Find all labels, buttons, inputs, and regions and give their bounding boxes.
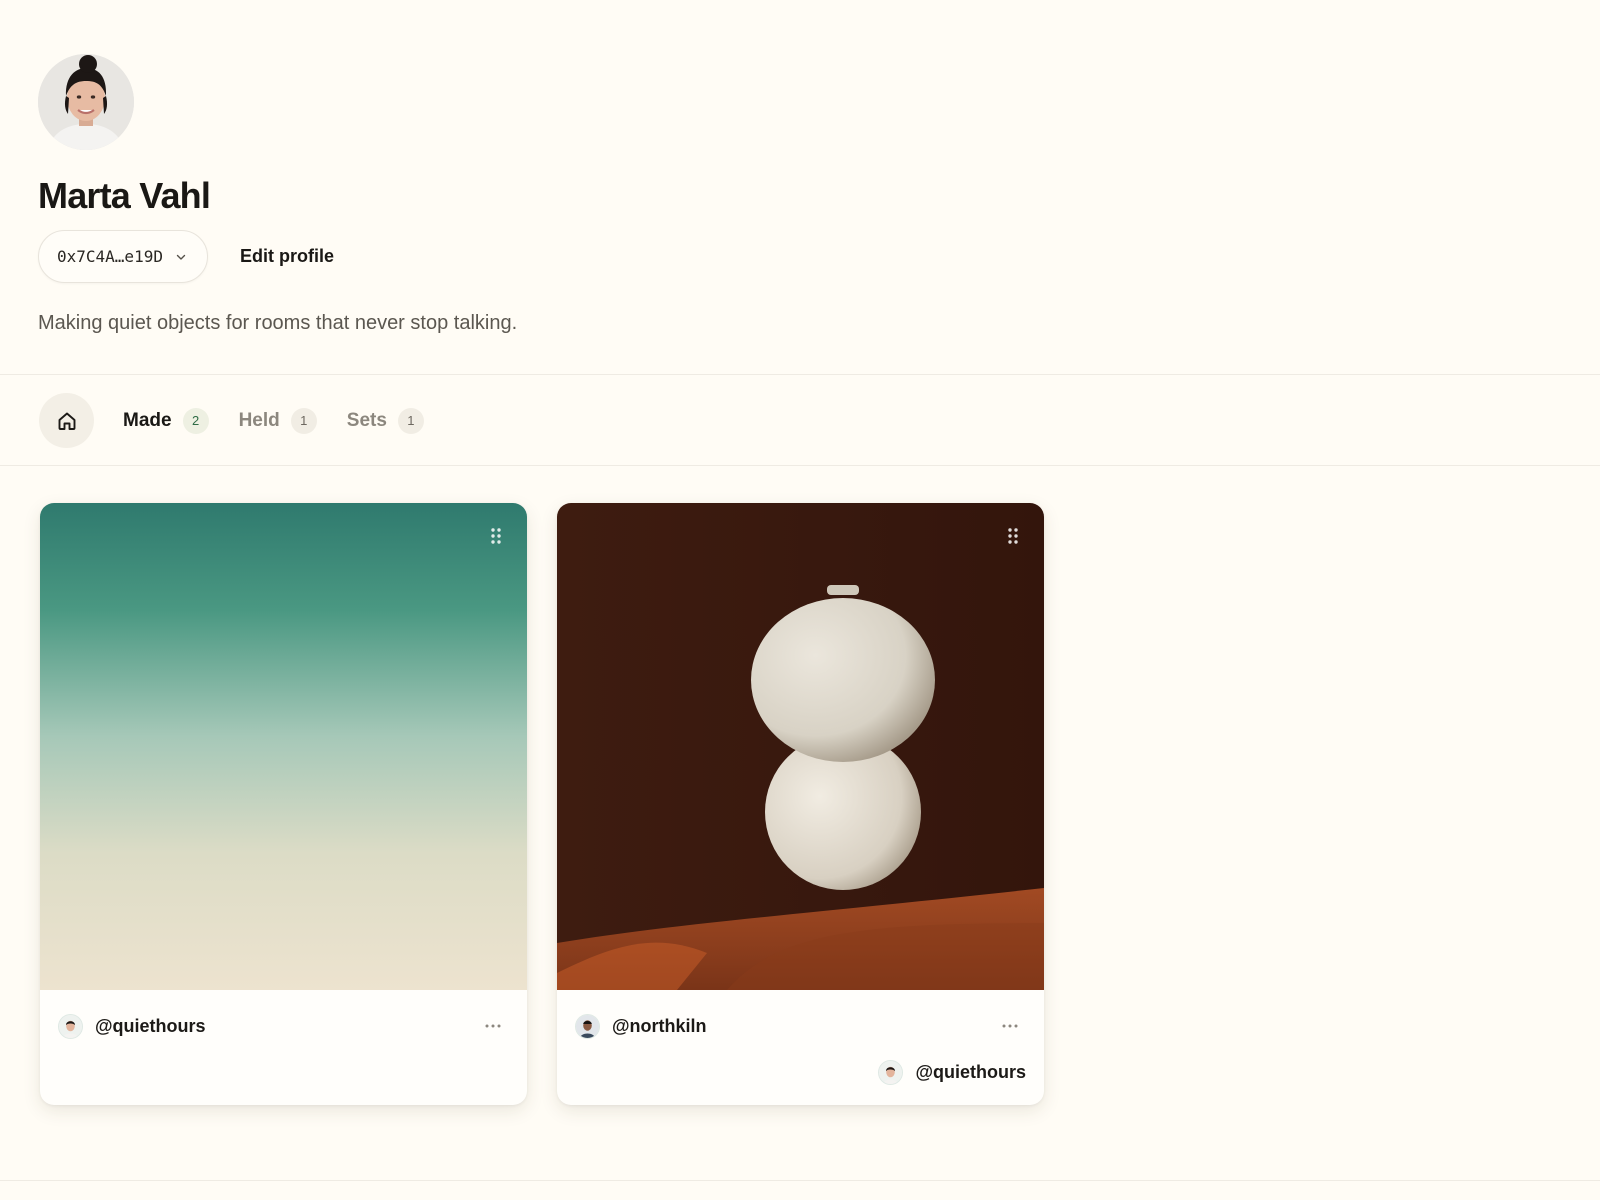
tab-label: Made	[123, 409, 172, 431]
gradient-artwork	[40, 503, 527, 990]
tab-label: Held	[238, 409, 280, 431]
drag-handle-icon[interactable]	[489, 527, 503, 545]
more-horizontal-icon[interactable]	[1000, 1020, 1020, 1032]
profile-avatar-image	[38, 54, 134, 150]
creator-row[interactable]: @quiethours	[58, 1013, 509, 1040]
creator-row[interactable]: @northkiln	[575, 1013, 1026, 1040]
header-divider	[0, 374, 1600, 375]
profile-header: Marta Vahl 0x7C4A…e19D Edit profile Maki…	[38, 54, 938, 337]
creator-handle[interactable]: @quiethours	[95, 1016, 206, 1037]
chevron-down-icon	[176, 254, 186, 260]
avatar-image	[879, 1061, 903, 1084]
avatar-image	[576, 1015, 599, 1038]
card-footer: @northkiln @quiethours	[557, 990, 1044, 1086]
home-icon	[58, 412, 75, 430]
artwork-card[interactable]: @northkiln @quiethours	[557, 503, 1044, 1105]
profile-avatar[interactable]	[38, 54, 134, 150]
holder-avatar	[878, 1060, 904, 1085]
creator-avatar	[58, 1014, 83, 1039]
creator-handle[interactable]: @northkiln	[612, 1016, 707, 1037]
home-tab-button[interactable]	[39, 393, 94, 448]
drag-handle-icon[interactable]	[1006, 527, 1020, 545]
footer-divider	[0, 1180, 1600, 1181]
profile-bio: Making quiet objects for rooms that neve…	[38, 312, 518, 334]
tab-count-badge: 1	[290, 407, 317, 434]
more-horizontal-icon[interactable]	[483, 1020, 503, 1032]
edit-profile-button[interactable]: Edit profile	[240, 246, 334, 267]
profile-actions: 0x7C4A…e19D Edit profile	[38, 230, 938, 283]
tab-sets[interactable]: Sets 1	[346, 407, 424, 434]
tab-made[interactable]: Made 2	[123, 407, 209, 434]
creator-avatar	[575, 1014, 600, 1039]
profile-tabs: Made 2 Held 1 Sets 1	[39, 393, 424, 448]
artwork-card[interactable]: @quiethours	[40, 503, 527, 1105]
wallet-address-dropdown[interactable]: 0x7C4A…e19D	[38, 230, 208, 283]
holder-row[interactable]: @quiethours	[575, 1059, 1026, 1086]
tab-held[interactable]: Held 1	[238, 407, 317, 434]
tabs-divider	[0, 465, 1600, 466]
tab-count-badge: 2	[182, 407, 209, 434]
card-footer: @quiethours	[40, 990, 527, 1040]
holder-handle[interactable]: @quiethours	[915, 1062, 1026, 1083]
tab-count-badge: 1	[397, 407, 424, 434]
profile-name: Marta Vahl	[38, 175, 211, 216]
artwork-image[interactable]	[557, 503, 1044, 990]
vessel-artwork	[557, 503, 1044, 990]
artwork-image[interactable]	[40, 503, 527, 990]
avatar-image	[59, 1015, 82, 1038]
tab-label: Sets	[346, 409, 387, 431]
wallet-address: 0x7C4A…e19D	[57, 247, 163, 266]
